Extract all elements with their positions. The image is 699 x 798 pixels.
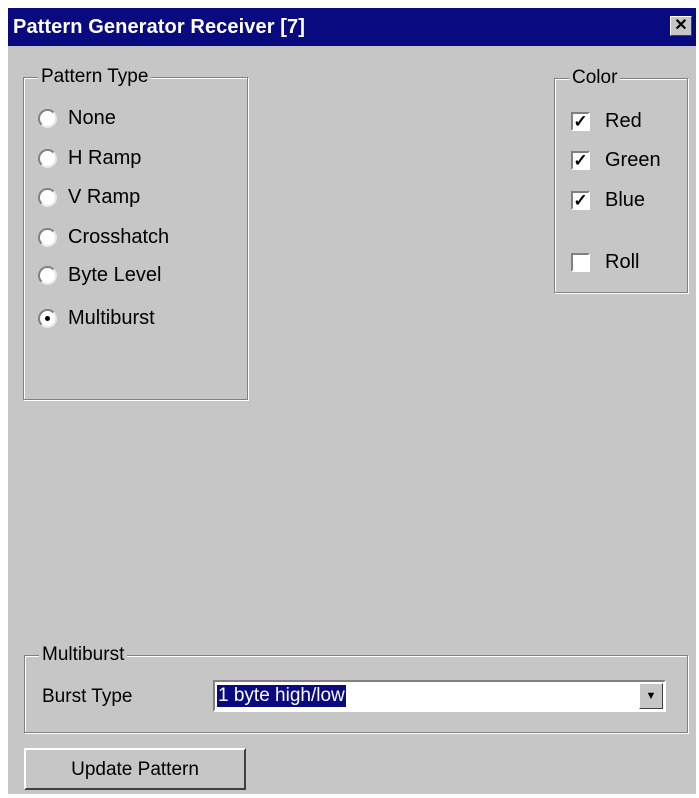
radio-multiburst[interactable]: Multiburst [38,305,155,331]
radio-h-ramp[interactable]: H Ramp [38,145,141,171]
checkbox-label: Roll [605,250,640,273]
radio-selected-dot [45,315,50,321]
checkmark-icon[interactable]: ✓ [571,150,590,170]
radio-icon[interactable] [38,265,57,285]
checkmark-icon[interactable]: ✓ [571,190,590,210]
checkbox-red[interactable]: ✓ Red [571,108,642,134]
radio-none[interactable]: None [38,105,116,131]
checkbox-roll[interactable]: Roll [571,249,639,275]
checkmark-icon[interactable]: ✓ [571,111,590,131]
checkbox-blue[interactable]: ✓ Blue [571,187,645,213]
radio-icon[interactable] [38,187,57,207]
checkbox-green[interactable]: ✓ Green [571,147,661,173]
burst-type-value: 1 byte high/low [217,685,346,707]
radio-v-ramp[interactable]: V Ramp [38,184,140,210]
radio-label: None [68,106,116,129]
radio-label: Crosshatch [68,225,170,248]
title-bar[interactable]: Pattern Generator Receiver [7] ✕ [8,8,696,46]
checkbox-label: Red [605,109,642,132]
dialog-window: Pattern Generator Receiver [7] ✕ Pattern… [8,8,696,794]
checkbox-empty[interactable] [571,252,590,272]
update-pattern-button[interactable]: Update Pattern [24,748,246,790]
window-title: Pattern Generator Receiver [7] [13,15,306,38]
pattern-type-legend: Pattern Type [38,66,152,88]
radio-label: V Ramp [68,185,141,208]
radio-icon[interactable] [38,227,57,247]
burst-type-label: Burst Type [42,686,133,707]
radio-byte-level[interactable]: Byte Level [38,262,161,288]
radio-crosshatch[interactable]: Crosshatch [38,224,169,250]
radio-icon[interactable] [38,308,57,328]
burst-type-select[interactable]: 1 byte high/low ▼ [213,680,666,712]
checkbox-label: Blue [605,188,646,211]
close-icon[interactable]: ✕ [670,16,692,36]
radio-label: Multiburst [68,306,155,329]
checkbox-label: Green [605,148,661,171]
radio-icon[interactable] [38,148,57,168]
radio-icon[interactable] [38,108,57,128]
radio-label: H Ramp [68,146,142,169]
multiburst-legend: Multiburst [39,644,128,666]
radio-label: Byte Level [68,263,162,286]
chevron-down-icon[interactable]: ▼ [639,683,663,709]
color-legend: Color [569,67,621,89]
